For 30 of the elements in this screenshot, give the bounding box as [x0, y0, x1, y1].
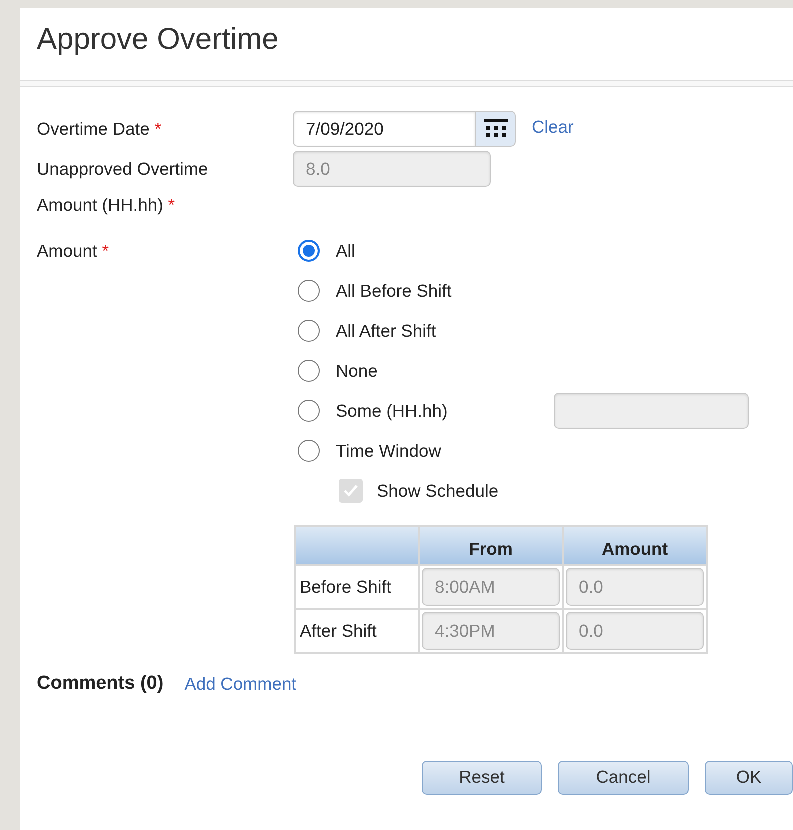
- dialog-button[interactable]: Reset: [422, 760, 542, 794]
- dialog-button[interactable]: Cancel: [558, 760, 689, 794]
- calendar-button[interactable]: [476, 111, 516, 147]
- option-label[interactable]: None: [336, 358, 554, 384]
- dialog-title: Approve Overtime: [36, 22, 280, 58]
- radio-button[interactable]: [298, 280, 320, 302]
- field-label: Amount *: [37, 240, 110, 263]
- field-label: Unapproved Overtime Amount (HH.hh) *: [37, 158, 210, 217]
- comments-label: Comments (0): [37, 672, 164, 696]
- option-label[interactable]: All: [336, 238, 554, 264]
- field-label: Overtime Date *: [37, 118, 162, 141]
- add-comment-link[interactable]: Add Comment: [184, 671, 297, 698]
- row-label: After Shift: [296, 610, 418, 652]
- calendar-icon: [484, 119, 508, 139]
- option-label[interactable]: Some (HH.hh): [336, 398, 554, 424]
- date-field[interactable]: 7/09/2020: [293, 111, 476, 147]
- radio-button[interactable]: [298, 240, 320, 262]
- radio-button[interactable]: [298, 360, 320, 382]
- radio-button[interactable]: [298, 320, 320, 342]
- option-label[interactable]: All Before Shift: [336, 278, 554, 304]
- option-label[interactable]: All After Shift: [336, 318, 554, 344]
- dialog-button[interactable]: OK: [705, 760, 793, 794]
- radio-button[interactable]: [298, 400, 320, 422]
- clear-link[interactable]: Clear: [532, 114, 574, 140]
- check-icon: [343, 484, 359, 498]
- row-label: Before Shift: [296, 566, 418, 608]
- column-header: Amount: [564, 527, 706, 564]
- option-label[interactable]: Time Window: [336, 438, 554, 464]
- radio-button[interactable]: [298, 440, 320, 462]
- column-header: From: [420, 527, 562, 564]
